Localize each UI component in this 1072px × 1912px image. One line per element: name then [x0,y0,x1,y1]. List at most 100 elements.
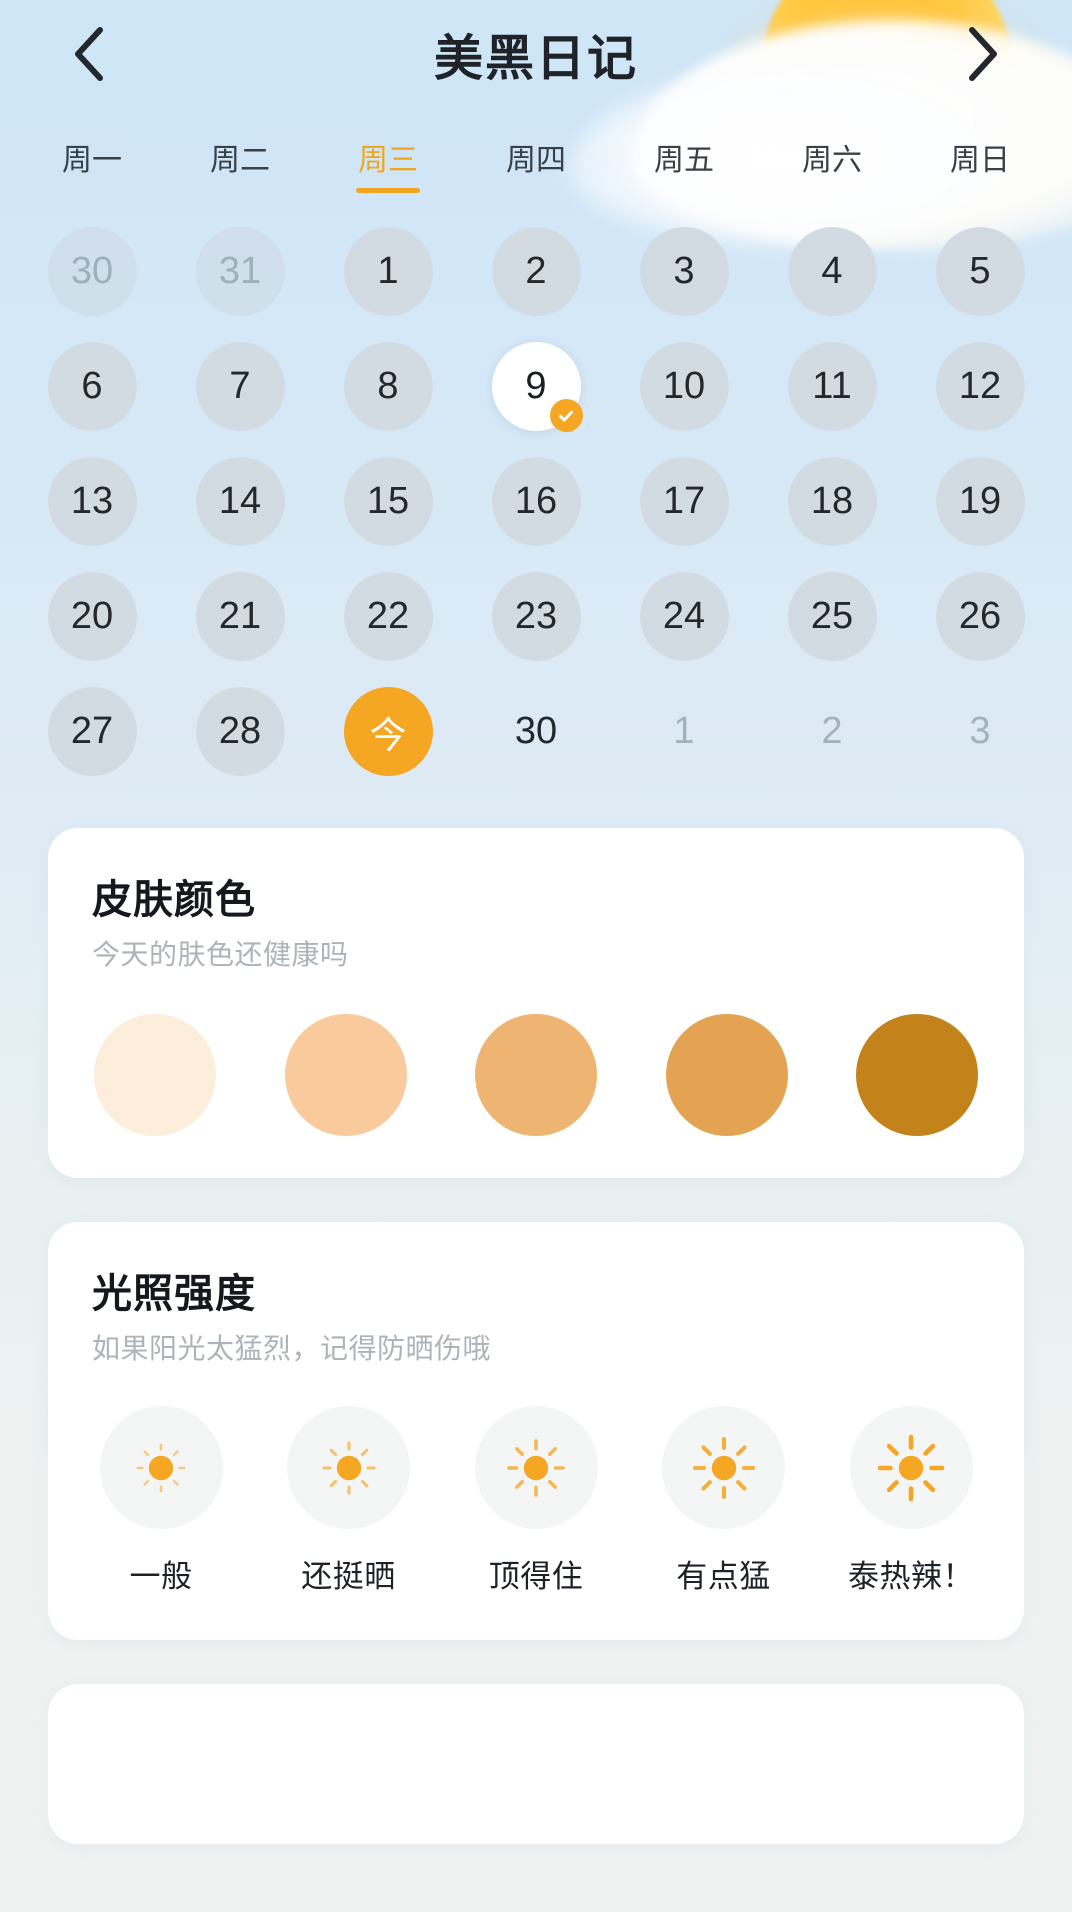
calendar-day[interactable]: 7 [166,342,314,431]
light-intensity-option-5[interactable]: 泰热辣！ [846,1406,976,1596]
weekday-label: 周三 [358,144,418,177]
weekday-3[interactable]: 周三 [314,140,462,193]
forward-button[interactable] [950,22,1014,86]
calendar-day[interactable]: 17 [610,457,758,546]
light-intensity-option-1[interactable]: 一般 [96,1406,226,1596]
calendar-day-label: 23 [491,572,581,661]
calendar-day[interactable]: 6 [18,342,166,431]
calendar-day[interactable]: 20 [18,572,166,661]
weekday-label: 周二 [210,144,270,177]
calendar-day[interactable]: 2 [758,687,906,776]
light-card-title: 光照强度 [92,1272,256,1316]
weekday-strip: 周一 周二 周三 周四 周五 周六 周日 [0,140,1072,193]
calendar-day-label: 27 [47,687,137,776]
calendar-day-label: 2 [821,710,843,752]
calendar-day-label: 10 [639,342,729,431]
calendar-day[interactable]: 4 [758,227,906,316]
calendar-grid: 30 31 1 2 3 4 5 6 7 8 9 10 11 12 13 14 15 16 17 18 19 20 21 22 2… [0,227,1072,776]
calendar-day-label: 15 [343,457,433,546]
light-intensity-option-row: 一般 还挺晒 顶得住 有点猛 泰热辣！ [92,1406,980,1596]
calendar-day[interactable]: 1 [314,227,462,316]
calendar-day-label: 19 [935,457,1025,546]
sun-icon [474,1406,598,1529]
calendar-day[interactable]: 26 [906,572,1054,661]
weekday-4[interactable]: 周四 [462,140,610,193]
skin-tone-swatch-4[interactable] [665,1014,788,1136]
light-intensity-option-4[interactable]: 有点猛 [659,1406,789,1596]
weekday-6[interactable]: 周六 [758,140,906,193]
app-root: 美黑日记 周一 周二 周三 周四 周五 周六 周日 30 31 1 2 3 4 5 6 7 8 9 10 11 12 1… [0,0,1072,1912]
calendar-day[interactable]: 1 [610,687,758,776]
light-card-subtitle: 如果阳光太猛烈，记得防晒伤哦 [92,1333,492,1364]
calendar-day-label: 9 [491,342,583,432]
calendar-day-label: 30 [47,227,137,316]
calendar-day[interactable]: 3 [906,687,1054,776]
calendar-day[interactable]: 14 [166,457,314,546]
calendar-day[interactable]: 24 [610,572,758,661]
calendar-day-label: 31 [195,227,285,316]
calendar-day[interactable]: 30 [462,687,610,776]
calendar-day[interactable]: 16 [462,457,610,546]
back-button[interactable] [58,22,122,86]
sun-icon [287,1406,410,1529]
skin-color-card: 皮肤颜色 今天的肤色还健康吗 [48,828,1024,1178]
calendar-day[interactable]: 30 [18,227,166,316]
calendar-day-label: 3 [969,710,991,752]
skin-tone-swatch-3[interactable] [475,1014,597,1136]
weekday-active-underline [356,188,420,193]
skin-tone-swatch-5[interactable] [856,1014,978,1136]
weekday-7[interactable]: 周日 [906,140,1054,193]
skin-tone-swatch-1[interactable] [94,1014,216,1136]
weekday-active-underline [948,188,1012,193]
skin-tone-swatch-2[interactable] [284,1014,407,1136]
weekday-5[interactable]: 周五 [610,140,758,193]
calendar-day[interactable]: 31 [166,227,314,316]
weekday-active-underline [504,188,568,193]
calendar-day[interactable]: 11 [758,342,906,431]
calendar-day[interactable]: 25 [758,572,906,661]
sun-icon [849,1406,973,1529]
sun-icon [662,1406,785,1529]
calendar-day-label: 22 [343,572,433,661]
calendar-day[interactable]: 18 [758,457,906,546]
calendar-day[interactable]: 8 [314,342,462,431]
calendar-day[interactable]: 5 [906,227,1054,316]
calendar-day[interactable]: 22 [314,572,462,661]
calendar-day-label: 1 [673,710,695,752]
calendar-day[interactable]: 3 [610,227,758,316]
calendar-day[interactable]: 27 [18,687,166,776]
calendar-day[interactable]: 10 [610,342,758,431]
calendar-day[interactable]: 12 [906,342,1054,431]
calendar-day-label: 6 [47,342,137,431]
calendar-day-label: 26 [935,572,1025,661]
weekday-active-underline [208,188,272,193]
calendar-day-label: 7 [195,342,285,431]
weekday-1[interactable]: 周一 [18,140,166,193]
calendar-day-label: 20 [47,572,137,661]
calendar-day[interactable]: 28 [166,687,314,776]
weekday-label: 周日 [950,144,1010,177]
calendar-day-selected[interactable]: 9 [462,342,610,432]
chevron-right-icon [962,24,1002,84]
weekday-active-underline [800,188,864,193]
calendar-day[interactable]: 13 [18,457,166,546]
light-intensity-option-3[interactable]: 顶得住 [471,1406,601,1596]
check-icon [549,399,583,432]
calendar-day[interactable]: 23 [462,572,610,661]
sun-icon [99,1406,223,1529]
calendar-day-label: 25 [787,572,877,661]
calendar-day[interactable]: 15 [314,457,462,546]
weekday-2[interactable]: 周二 [166,140,314,193]
skin-card-subtitle: 今天的肤色还健康吗 [92,939,349,970]
light-intensity-option-2[interactable]: 还挺晒 [284,1406,414,1596]
calendar-day[interactable]: 19 [906,457,1054,546]
calendar-day[interactable]: 2 [462,227,610,316]
light-intensity-label: 顶得住 [488,1559,584,1594]
weekday-label: 周一 [62,144,122,177]
calendar-day-today[interactable]: 今 [314,687,462,776]
calendar-day-label: 11 [787,342,877,431]
light-intensity-card: 光照强度 如果阳光太猛烈，记得防晒伤哦 一般 还挺晒 顶得住 有点猛 泰热辣！ [48,1222,1024,1640]
weekday-active-underline [60,188,124,193]
calendar-day-label: 1 [343,227,433,316]
calendar-day[interactable]: 21 [166,572,314,661]
